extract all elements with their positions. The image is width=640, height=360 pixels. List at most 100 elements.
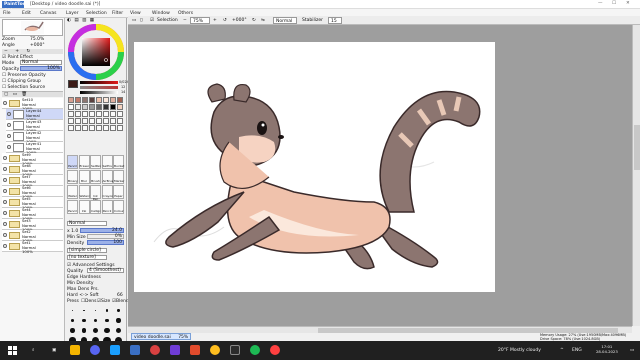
tool-airbrush-button[interactable]: AirBrush xyxy=(101,170,115,184)
file-tab[interactable]: video doodle.sai 75% xyxy=(131,333,192,340)
vertical-scrollbar[interactable] xyxy=(632,25,640,326)
nav-zoom-value[interactable]: 75.0% xyxy=(30,37,44,42)
brush-size-preset[interactable] xyxy=(102,316,113,325)
selection-source-toggle[interactable]: ☐ Selection Source xyxy=(2,85,45,90)
val-slider[interactable] xyxy=(80,91,118,94)
color-swatch[interactable] xyxy=(96,111,102,117)
color-wheel-mode-icon[interactable]: ◐ xyxy=(67,18,71,23)
zoom-select[interactable]: 75% xyxy=(190,17,210,24)
sat-slider[interactable] xyxy=(80,86,118,89)
layer-set3[interactable]: Set3Normal100% xyxy=(2,218,63,232)
visibility-eye-icon[interactable] xyxy=(3,156,7,160)
visibility-eye-icon[interactable] xyxy=(3,244,7,248)
color-swatch[interactable] xyxy=(117,97,123,103)
color-swatch[interactable] xyxy=(103,104,109,110)
task-view-icon[interactable]: ▣ xyxy=(52,346,56,355)
tool-bucket-button[interactable]: Bucket xyxy=(113,155,124,169)
app-icon-yellow[interactable] xyxy=(210,345,220,355)
color-swatch[interactable] xyxy=(75,118,81,124)
rotate-right-icon[interactable]: ↻ xyxy=(252,17,256,24)
brush-size-preset[interactable] xyxy=(90,306,101,315)
visibility-eye-icon[interactable] xyxy=(7,134,11,138)
color-swatch[interactable] xyxy=(96,125,102,131)
new-folder-icon[interactable]: ▭ xyxy=(13,92,17,97)
search-icon[interactable]: ⌕ xyxy=(32,346,35,355)
new-layer-icon[interactable]: ▢ xyxy=(4,92,8,97)
color-swatch[interactable] xyxy=(82,125,88,131)
brush-size-preset[interactable] xyxy=(79,316,90,325)
hsv-mode-icon[interactable]: ▥ xyxy=(82,18,86,23)
color-swatch[interactable] xyxy=(110,118,116,124)
app-icon-obs[interactable] xyxy=(270,345,280,355)
brush-size-preset[interactable] xyxy=(113,306,124,315)
brush-size-preset[interactable] xyxy=(67,316,78,325)
color-swatch[interactable] xyxy=(89,97,95,103)
color-swatch[interactable] xyxy=(117,118,123,124)
nav-zoom-out-icon[interactable]: − xyxy=(4,49,8,54)
red-slider[interactable] xyxy=(80,81,118,84)
menu-filter[interactable]: Filter xyxy=(112,10,123,17)
color-swatch[interactable] xyxy=(68,125,74,131)
rotate-left-icon[interactable]: ↺ xyxy=(223,17,227,24)
tool-calligr-button[interactable]: Calligr. xyxy=(90,200,101,214)
size-mult-select[interactable]: x 1.0 xyxy=(67,229,78,234)
tool-watercol-button[interactable]: Watercol xyxy=(78,185,93,199)
horizontal-scrollbar[interactable] xyxy=(128,326,632,333)
color-swatch[interactable] xyxy=(75,97,81,103)
file-explorer-icon[interactable] xyxy=(70,345,80,355)
menu-canvas[interactable]: Canvas xyxy=(40,10,57,17)
layer-set8[interactable]: Set8Normal100% xyxy=(2,163,63,177)
visibility-eye-icon[interactable] xyxy=(7,123,11,127)
visibility-eye-icon[interactable] xyxy=(3,189,7,193)
navigator-preview[interactable] xyxy=(2,19,63,36)
tool-colour-button[interactable]: Colour xyxy=(113,200,124,214)
menu-edit[interactable]: Edit xyxy=(22,10,31,17)
app-icon-gray[interactable] xyxy=(230,345,240,355)
minimize-button[interactable]: — xyxy=(598,1,603,6)
close-button[interactable]: ✕ xyxy=(626,1,630,6)
app-icon-orange[interactable] xyxy=(190,345,200,355)
layer-set1[interactable]: Set1 Normal 100% xyxy=(2,240,63,254)
color-swatch[interactable] xyxy=(75,111,81,117)
tool-eraser-button[interactable]: Eraser xyxy=(78,155,90,169)
visibility-eye-icon[interactable] xyxy=(3,211,7,215)
color-swatch[interactable] xyxy=(75,104,81,110)
color-swatch[interactable] xyxy=(82,97,88,103)
color-swatch[interactable] xyxy=(96,118,102,124)
select-all-icon[interactable]: ▭ xyxy=(132,17,136,24)
color-swatch[interactable] xyxy=(82,111,88,117)
layer-layer41[interactable]: Layer41Normal100% xyxy=(6,141,63,155)
tray-overflow-icon[interactable]: ^ xyxy=(560,346,564,355)
color-swatch[interactable] xyxy=(110,111,116,117)
min-size-slider[interactable]: 0% xyxy=(87,234,124,239)
maximize-button[interactable]: ☐ xyxy=(612,1,616,6)
visibility-eye-icon[interactable] xyxy=(3,101,7,105)
color-swatch[interactable] xyxy=(75,125,81,131)
tool-crayon-button[interactable]: Crayon xyxy=(101,185,113,199)
tool-selpen-button[interactable]: SelPen xyxy=(90,155,101,169)
color-swatch[interactable] xyxy=(82,104,88,110)
menu-file[interactable]: File xyxy=(3,10,11,17)
tool-pencil-button[interactable]: Pencil xyxy=(101,200,113,214)
brush-size-preset[interactable] xyxy=(67,326,78,335)
visibility-eye-icon[interactable] xyxy=(3,222,7,226)
color-swatch[interactable] xyxy=(110,125,116,131)
layer-set2[interactable]: Set2Normal100% xyxy=(2,229,63,243)
tool-binary-button[interactable]: Binary xyxy=(67,170,78,184)
flip-icon[interactable]: ⇋ xyxy=(261,17,265,24)
discord-icon[interactable] xyxy=(90,345,100,355)
tool-brush-button[interactable]: Brush xyxy=(90,170,101,184)
color-swatch[interactable] xyxy=(117,125,123,131)
swatch-mode-icon[interactable]: ▦ xyxy=(90,18,94,23)
color-swatch[interactable] xyxy=(68,111,74,117)
menu-selection[interactable]: Selection xyxy=(86,10,107,17)
blend-toggle[interactable]: ☑Blend xyxy=(112,299,129,304)
weather-widget[interactable]: 20°F Mostly cloudy xyxy=(498,346,541,355)
nav-zoom-in-icon[interactable]: + xyxy=(15,49,19,54)
color-swatch[interactable] xyxy=(82,118,88,124)
visibility-eye-icon[interactable] xyxy=(7,145,11,149)
brush-size-preset[interactable] xyxy=(102,306,113,315)
color-swatch[interactable] xyxy=(89,125,95,131)
density-slider[interactable]: 100 xyxy=(87,240,124,245)
visibility-eye-icon[interactable] xyxy=(3,200,7,204)
